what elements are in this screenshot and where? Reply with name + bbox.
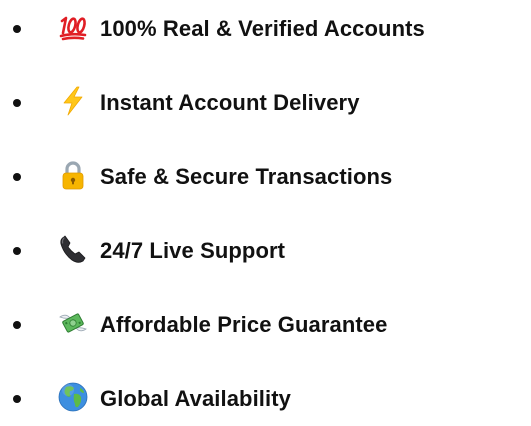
feature-label: Affordable Price Guarantee <box>100 312 388 337</box>
bullet-dot <box>13 321 21 329</box>
bullet-dot <box>13 25 21 33</box>
telephone-receiver-icon <box>60 235 86 263</box>
money-with-wings-icon <box>59 313 87 333</box>
bullet-dot <box>13 395 21 403</box>
lightning-bolt-icon <box>63 86 83 116</box>
feature-label: 24/7 Live Support <box>100 238 286 263</box>
feature-label: Instant Account Delivery <box>100 90 360 115</box>
lock-icon <box>62 161 84 190</box>
hundred-points-icon <box>59 16 87 41</box>
bullet-dot <box>13 247 21 255</box>
bullet-dot <box>13 173 21 181</box>
feature-item-global-availability: Global Availability <box>0 378 531 418</box>
feature-item-affordable-price: Affordable Price Guarantee <box>0 304 531 344</box>
feature-item-instant-delivery: Instant Account Delivery <box>0 82 531 122</box>
feature-label: Safe & Secure Transactions <box>100 164 393 189</box>
feature-item-secure-transactions: Safe & Secure Transactions <box>0 156 531 196</box>
feature-label: 100% Real & Verified Accounts <box>100 16 425 41</box>
globe-icon <box>58 382 88 412</box>
bullet-dot <box>13 99 21 107</box>
feature-label: Global Availability <box>100 386 291 411</box>
feature-item-verified-accounts: 100% Real & Verified Accounts <box>0 8 531 48</box>
feature-item-live-support: 24/7 Live Support <box>0 230 531 270</box>
